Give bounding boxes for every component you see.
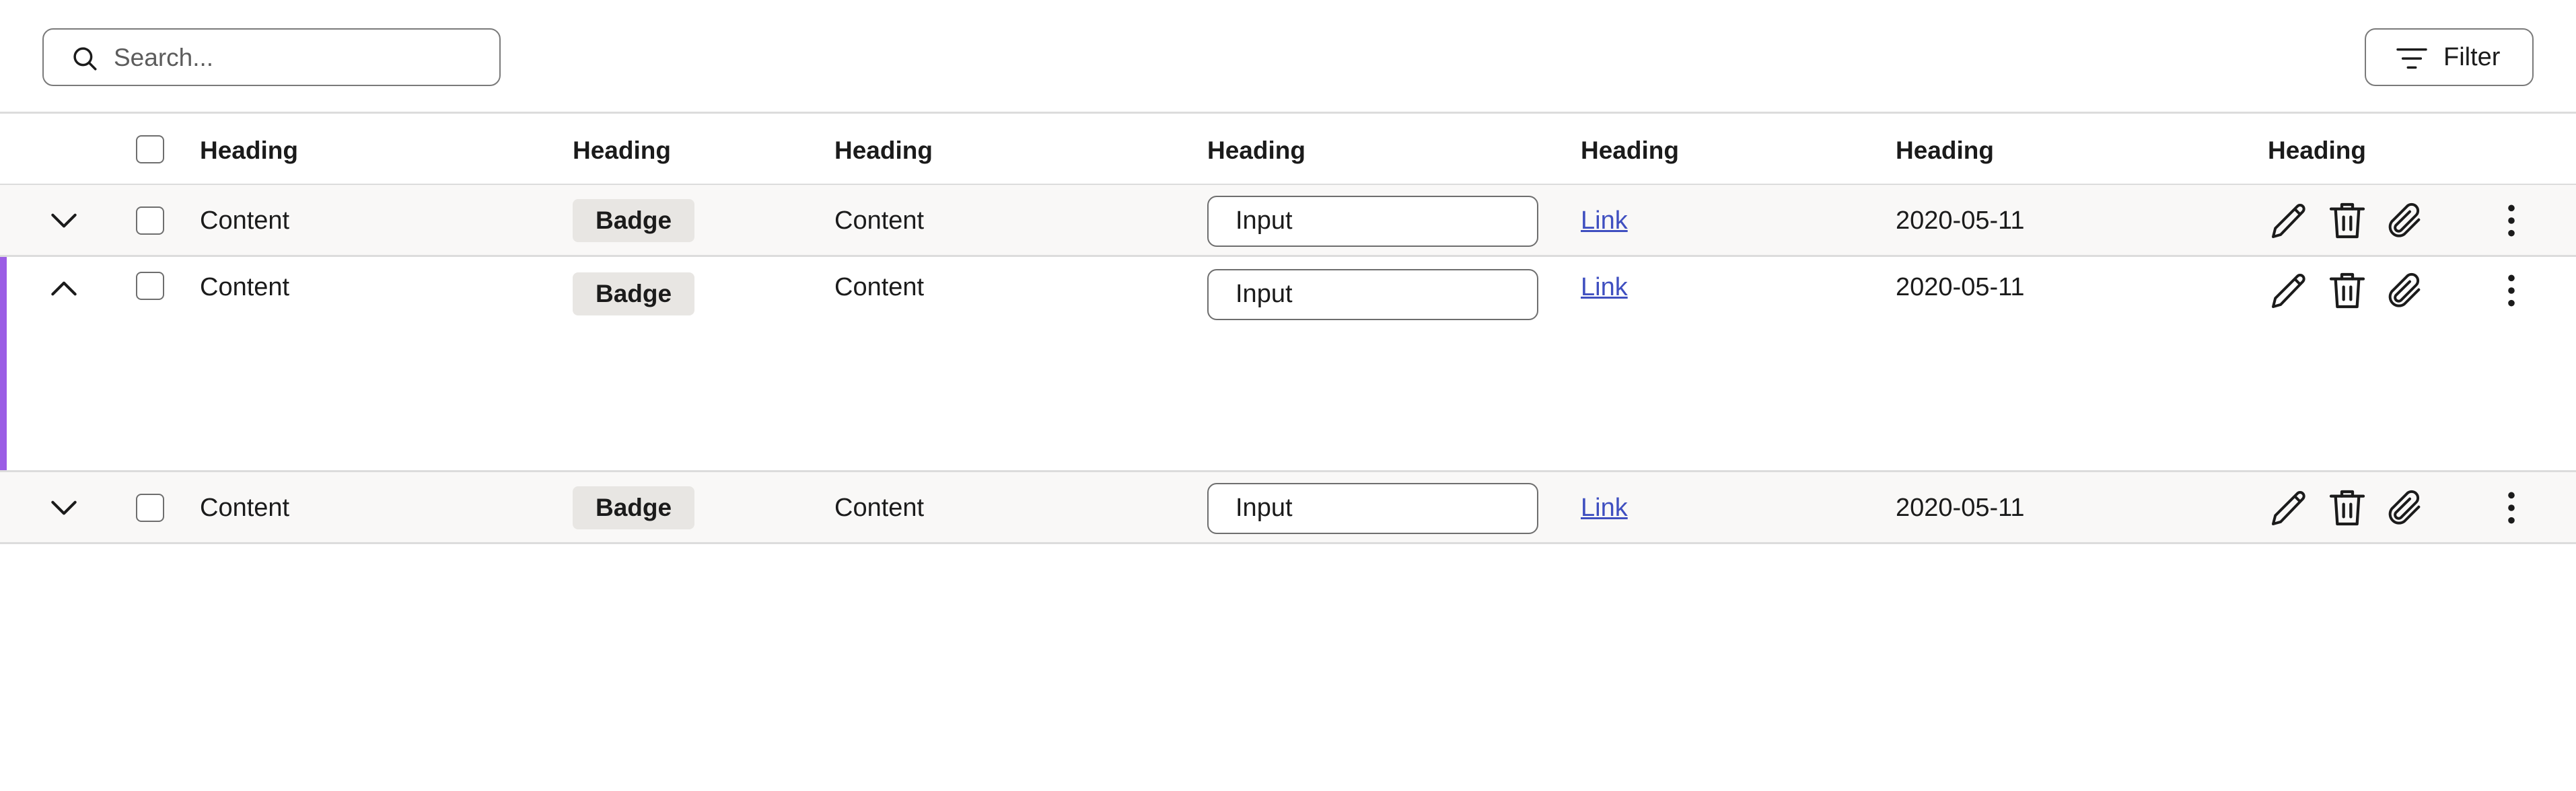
column-heading: Heading [834,137,933,164]
paperclip-icon[interactable] [2383,199,2426,242]
search-input[interactable] [114,39,491,77]
row-date: 2020-05-11 [1896,494,2025,522]
select-all-checkbox[interactable] [136,135,164,163]
trash-icon[interactable] [2326,199,2369,242]
row-checkbox[interactable] [136,206,164,235]
pencil-icon[interactable] [2268,486,2311,529]
row-content: Content [834,273,925,301]
column-heading: Heading [1581,137,1679,164]
filter-icon [2396,48,2427,69]
more-vertical-icon[interactable] [2490,199,2533,242]
paperclip-icon[interactable] [2383,269,2426,312]
filter-button[interactable]: Filter [2365,28,2534,86]
chevron-down-icon[interactable] [47,491,81,525]
row-link[interactable]: Link [1581,494,1628,523]
column-heading: Heading [573,137,671,164]
toolbar: Filter [0,0,2576,113]
filter-button-label: Filter [2443,43,2501,71]
more-vertical-icon[interactable] [2490,269,2533,312]
chevron-up-icon[interactable] [47,272,81,305]
row-checkbox[interactable] [136,272,164,300]
table-row: Content Badge Content Input Link 2020-05… [0,185,2576,257]
row-link[interactable]: Link [1581,273,1628,302]
row-input[interactable]: Input [1207,196,1538,247]
row-checkbox[interactable] [136,494,164,522]
row-content: Content [200,273,290,301]
row-input[interactable]: Input [1207,269,1538,320]
search-field[interactable] [42,28,501,86]
search-icon [73,47,97,71]
pencil-icon[interactable] [2268,269,2311,312]
status-badge: Badge [573,486,695,529]
column-heading: Heading [200,137,298,164]
column-heading: Heading [1207,137,1305,164]
row-date: 2020-05-11 [1896,273,2025,301]
row-input[interactable]: Input [1207,483,1538,534]
row-content: Content [834,494,925,522]
row-link[interactable]: Link [1581,206,1628,235]
row-content: Content [200,206,290,235]
row-content: Content [200,494,290,522]
status-badge: Badge [573,272,695,315]
more-vertical-icon[interactable] [2490,486,2533,529]
row-date: 2020-05-11 [1896,206,2025,235]
row-content: Content [834,206,925,235]
paperclip-icon[interactable] [2383,486,2426,529]
column-heading: Heading [2268,137,2366,164]
trash-icon[interactable] [2326,269,2369,312]
table-row-expanded: Content Badge Content Input Link 2020-05… [0,257,2576,472]
status-badge: Badge [573,199,695,242]
pencil-icon[interactable] [2268,199,2311,242]
table-header: Heading Heading Heading Heading Heading … [0,112,2576,186]
trash-icon[interactable] [2326,486,2369,529]
table-row: Content Badge Content Input Link 2020-05… [0,472,2576,544]
column-heading: Heading [1896,137,1994,164]
expanded-row-accent [0,257,7,470]
chevron-down-icon[interactable] [47,204,81,237]
